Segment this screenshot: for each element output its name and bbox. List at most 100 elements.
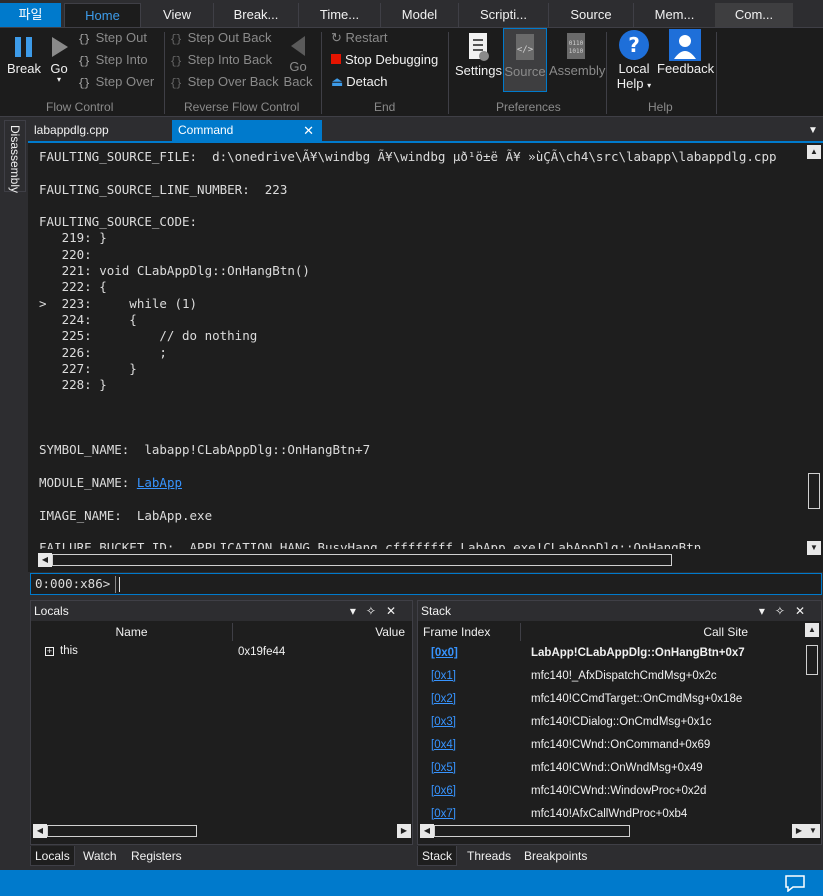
frame-index-link[interactable]: [0x6] [431,785,456,797]
tab-breakpoints-panel[interactable]: Breakpoints [520,846,591,866]
close-icon[interactable]: ✕ [303,120,314,141]
stack-hscroll-thumb[interactable] [434,825,630,837]
call-site[interactable]: mfc140!CCmdTarget::OnCmdMsg+0x18e [531,693,742,705]
step-out-button[interactable]: {} Step Out [78,28,147,48]
pin-icon[interactable]: ✧ [775,604,795,618]
column-header-frame-index[interactable]: Frame Index [418,623,521,641]
tab-locals[interactable]: Locals [30,846,75,866]
tab-home[interactable]: Home [64,3,141,27]
tab-scripting[interactable]: Scripti... [458,3,548,27]
step-out-back-button[interactable]: {} Step Out Back [170,28,271,48]
stack-scroll-thumb[interactable] [806,645,818,675]
call-site[interactable]: mfc140!CWnd::OnWndMsg+0x49 [531,762,703,774]
tab-disassembly[interactable]: Disassembly [4,120,26,193]
tab-command-window[interactable]: Command ✕ [172,120,322,141]
tab-stack[interactable]: Stack [417,846,458,866]
local-variable-name[interactable]: this [60,645,78,657]
output-text: 219: } [39,230,107,246]
feedback-chat-icon[interactable] [785,875,805,892]
stack-vertical-scrollbar[interactable]: ▲ [805,623,819,823]
tab-threads[interactable]: Threads [463,846,515,866]
close-icon[interactable]: ✕ [386,604,406,618]
locals-horizontal-scrollbar[interactable]: ◀ ▶ [33,824,411,838]
tab-overflow-dropdown-icon[interactable]: ▼ [808,125,818,136]
call-site[interactable]: mfc140!_AfxDispatchCmdMsg+0x2c [531,670,717,682]
scroll-down-icon[interactable]: ▼ [807,541,821,555]
scroll-left-icon[interactable]: ◀ [33,824,47,838]
expand-icon[interactable]: + [45,645,54,657]
horizontal-scrollbar[interactable]: ◀ [38,553,672,567]
break-button[interactable]: Break [4,33,44,76]
scroll-thumb[interactable] [808,473,820,509]
output-text: FAULTING_SOURCE_FILE: d:\onedrive\Ã¥\win… [39,149,777,164]
feedback-button[interactable]: Feedback [657,29,714,76]
step-into-back-button[interactable]: {} Step Into Back [170,50,272,70]
scroll-up-icon[interactable]: ▲ [805,623,819,637]
locals-scroll-thumb[interactable] [47,825,197,837]
stack-horizontal-scrollbar[interactable]: ◀ ▶ ▼ [420,824,820,838]
frame-index-link[interactable]: [0x3] [431,716,456,728]
settings-icon [469,33,489,61]
go-back-button[interactable]: Go Back [283,33,313,89]
stop-debugging-button[interactable]: Stop Debugging [331,50,438,70]
output-text: 221: void CLabAppDlg::OnHangBtn() [39,263,310,279]
pin-icon[interactable]: ✧ [366,604,386,618]
command-input[interactable]: 0:000:x86> [30,573,822,595]
chevron-down-icon[interactable]: ▾ [350,604,366,618]
tab-watch[interactable]: Watch [79,846,121,866]
column-header-call-site[interactable]: Call Site [521,623,804,641]
step-into-button[interactable]: {} Step Into [78,50,148,70]
module-link[interactable]: LabApp [137,475,182,490]
chevron-down-icon: ▾ [56,75,61,84]
tab-file[interactable]: 파일 [0,3,61,27]
step-over-button[interactable]: {} Step Over [78,72,154,92]
scroll-left-icon[interactable]: ◀ [420,824,434,838]
go-label: Go [50,61,68,76]
scroll-up-icon[interactable]: ▲ [807,145,821,159]
restart-button[interactable]: ↻ Restart [331,28,387,48]
tab-model[interactable]: Model [380,3,458,27]
call-site[interactable]: LabApp!CLabAppDlg::OnHangBtn+0x7 [531,647,745,659]
local-variable-value[interactable]: 0x19fe44 [238,646,285,658]
step-over-back-button[interactable]: {} Step Over Back [170,72,279,92]
frame-index-link[interactable]: [0x2] [431,693,456,705]
go-button[interactable]: Go ▾ [44,33,74,84]
tab-command[interactable]: Com... [715,3,793,27]
column-header-name[interactable]: Name [31,623,233,641]
chevron-down-icon[interactable]: ▾ [759,604,775,618]
close-icon[interactable]: ✕ [795,604,815,618]
detach-button[interactable]: ⏏ Detach [331,72,388,92]
tab-labappdlg-cpp[interactable]: labappdlg.cpp [28,120,170,141]
assembly-mode-button[interactable]: 0110 1010 Assembly [549,31,605,78]
frame-index-link[interactable]: [0x1] [431,670,456,682]
call-site[interactable]: mfc140!CWnd::WindowProc+0x2d [531,785,706,797]
frame-index-link[interactable]: [0x7] [431,808,456,820]
frame-index-link[interactable]: [0x0] [431,647,458,659]
step-over-back-icon: {} [170,78,182,90]
hscroll-thumb[interactable] [52,554,672,566]
locals-panel: Locals ▾✧✕ Name Value + this 0x19fe44 ◀ … [30,600,413,845]
tab-breakpoints[interactable]: Break... [213,3,298,27]
tab-view[interactable]: View [141,3,213,27]
frame-index-link[interactable]: [0x4] [431,739,456,751]
call-site[interactable]: mfc140!CWnd::OnCommand+0x69 [531,739,710,751]
step-into-back-label: Step Into Back [187,52,273,67]
frame-index-link[interactable]: [0x5] [431,762,456,774]
column-header-value[interactable]: Value [233,623,413,641]
scroll-left-icon[interactable]: ◀ [38,553,52,567]
step-over-label: Step Over [95,74,155,89]
tab-source[interactable]: Source [548,3,633,27]
local-help-button[interactable]: ? Local Help ▾ [613,29,655,93]
scroll-right-icon[interactable]: ▶ [397,824,411,838]
scroll-down-icon[interactable]: ▼ [806,824,820,838]
tab-registers[interactable]: Registers [127,846,186,866]
tab-memory[interactable]: Mem... [633,3,715,27]
call-site[interactable]: mfc140!AfxCallWndProc+0xb4 [531,808,687,820]
vertical-scrollbar[interactable]: ▲ ▼ [807,145,821,555]
source-mode-button[interactable]: </> Source [503,28,547,92]
call-site[interactable]: mfc140!CDialog::OnCmdMsg+0x1c [531,716,712,728]
settings-button[interactable]: Settings [455,31,502,78]
scroll-right-icon[interactable]: ▶ [792,824,806,838]
tab-time-travel[interactable]: Time... [298,3,380,27]
